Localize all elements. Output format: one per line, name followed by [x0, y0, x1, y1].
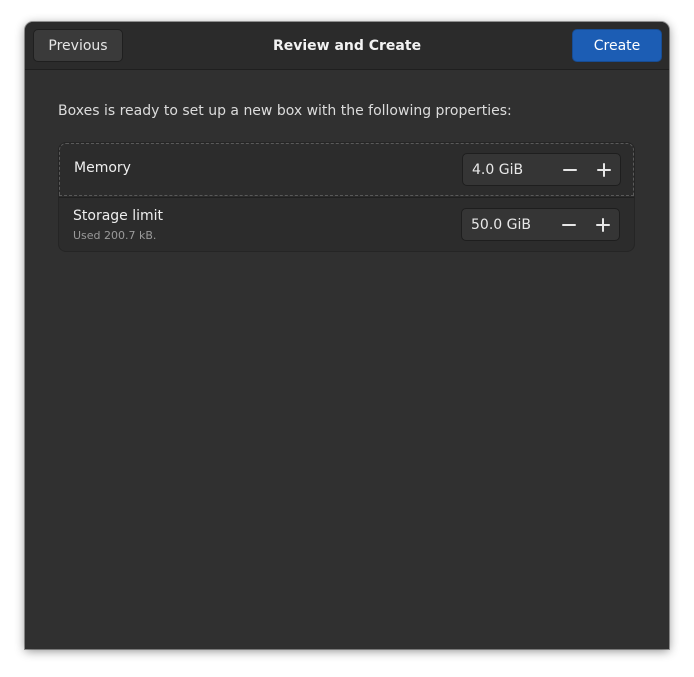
storage-spinbutton[interactable]: 50.0 GiB — [461, 208, 620, 241]
header-bar: Previous Review and Create Create — [25, 22, 669, 70]
intro-text: Boxes is ready to set up a new box with … — [58, 103, 512, 119]
properties-list: Memory 4.0 GiB Storage limit Used 200.7 … — [58, 142, 635, 252]
storage-limit-label: Storage limit — [73, 208, 164, 224]
minus-icon — [563, 168, 577, 171]
create-button[interactable]: Create — [572, 29, 662, 62]
memory-spinbutton[interactable]: 4.0 GiB — [462, 153, 621, 186]
memory-row: Memory 4.0 GiB — [59, 143, 634, 196]
minus-icon — [562, 223, 576, 226]
storage-increment-button[interactable] — [586, 209, 620, 240]
review-create-dialog: Previous Review and Create Create Boxes … — [25, 22, 669, 649]
storage-decrement-button[interactable] — [552, 209, 586, 240]
storage-used-subtitle: Used 200.7 kB. — [73, 229, 157, 242]
storage-limit-row: Storage limit Used 200.7 kB. 50.0 GiB — [59, 197, 634, 251]
storage-value[interactable]: 50.0 GiB — [471, 209, 531, 240]
memory-value[interactable]: 4.0 GiB — [472, 154, 523, 185]
plus-icon — [597, 162, 611, 177]
plus-icon — [596, 217, 610, 232]
memory-decrement-button[interactable] — [553, 154, 587, 185]
memory-increment-button[interactable] — [587, 154, 621, 185]
memory-label: Memory — [74, 160, 131, 176]
previous-button[interactable]: Previous — [33, 29, 123, 62]
